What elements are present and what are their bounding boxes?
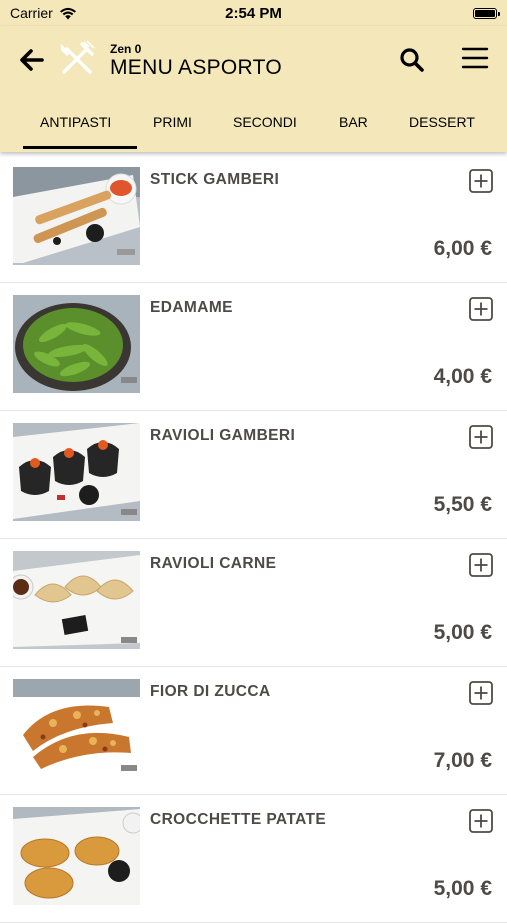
menu-item-list: STICK GAMBERI 6,00 € EDAMAME 4,00 € RAVI… (0, 155, 507, 923)
list-item[interactable]: STICK GAMBERI 6,00 € (0, 155, 507, 283)
item-price: 4,00 € (433, 365, 492, 388)
item-name: FIOR DI ZUCCA (150, 683, 271, 700)
battery-icon (473, 7, 500, 19)
list-item[interactable]: EDAMAME 4,00 € (0, 283, 507, 411)
item-price: 5,00 € (433, 621, 492, 644)
item-name: STICK GAMBERI (150, 171, 280, 188)
add-to-cart-icon[interactable] (469, 809, 493, 833)
shrimp-dumplings-photo (13, 423, 140, 521)
category-tabs: ANTIPASTI PRIMI SECONDI BAR DESSERT (0, 94, 507, 152)
list-item[interactable]: FIOR DI ZUCCA 7,00 € (0, 667, 507, 795)
item-name: EDAMAME (150, 299, 233, 316)
item-name: RAVIOLI CARNE (150, 555, 277, 572)
carrier-label: Carrier (10, 5, 53, 21)
search-icon[interactable] (398, 46, 426, 74)
tab-secondi[interactable]: SECONDI (233, 114, 297, 130)
item-name: CROCCHETTE PATATE (150, 811, 327, 828)
app-header: Zen 0 MENU ASPORTO ANTIPASTI PRIMI SECON… (0, 26, 507, 152)
add-to-cart-icon[interactable] (469, 681, 493, 705)
list-item[interactable]: CROCCHETTE PATATE 5,00 € (0, 795, 507, 923)
item-name: RAVIOLI GAMBERI (150, 427, 296, 444)
wifi-icon (59, 7, 76, 19)
item-price: 5,50 € (433, 493, 492, 516)
status-time: 2:54 PM (225, 4, 282, 22)
list-item[interactable]: RAVIOLI CARNE 5,00 € (0, 539, 507, 667)
add-to-cart-icon[interactable] (469, 425, 493, 449)
hamburger-menu-icon[interactable] (461, 46, 489, 70)
cutlery-icon (61, 40, 95, 74)
add-to-cart-icon[interactable] (469, 553, 493, 577)
meat-dumplings-photo (13, 551, 140, 649)
tab-primi[interactable]: PRIMI (153, 114, 192, 130)
add-to-cart-icon[interactable] (469, 169, 493, 193)
list-item[interactable]: RAVIOLI GAMBERI 5,50 € (0, 411, 507, 539)
status-bar: Carrier 2:54 PM (0, 0, 507, 26)
restaurant-name: Zen 0 (110, 42, 142, 56)
edamame-photo (13, 295, 140, 393)
title-block: Zen 0 MENU ASPORTO (110, 42, 282, 80)
header-bar: Zen 0 MENU ASPORTO (0, 26, 507, 94)
tab-antipasti[interactable]: ANTIPASTI (40, 114, 111, 130)
back-arrow-icon[interactable] (18, 46, 46, 74)
potato-croquettes-photo (13, 807, 140, 905)
tab-dessert[interactable]: DESSERT (409, 114, 475, 130)
active-tab-indicator (23, 146, 137, 149)
add-to-cart-icon[interactable] (469, 297, 493, 321)
item-price: 7,00 € (433, 749, 492, 772)
item-price: 5,00 € (433, 877, 492, 900)
item-price: 6,00 € (433, 237, 492, 260)
tab-bar[interactable]: BAR (339, 114, 368, 130)
page-title: MENU ASPORTO (110, 56, 283, 79)
spring-rolls-photo (13, 167, 140, 265)
pumpkin-flower-photo (13, 679, 140, 777)
